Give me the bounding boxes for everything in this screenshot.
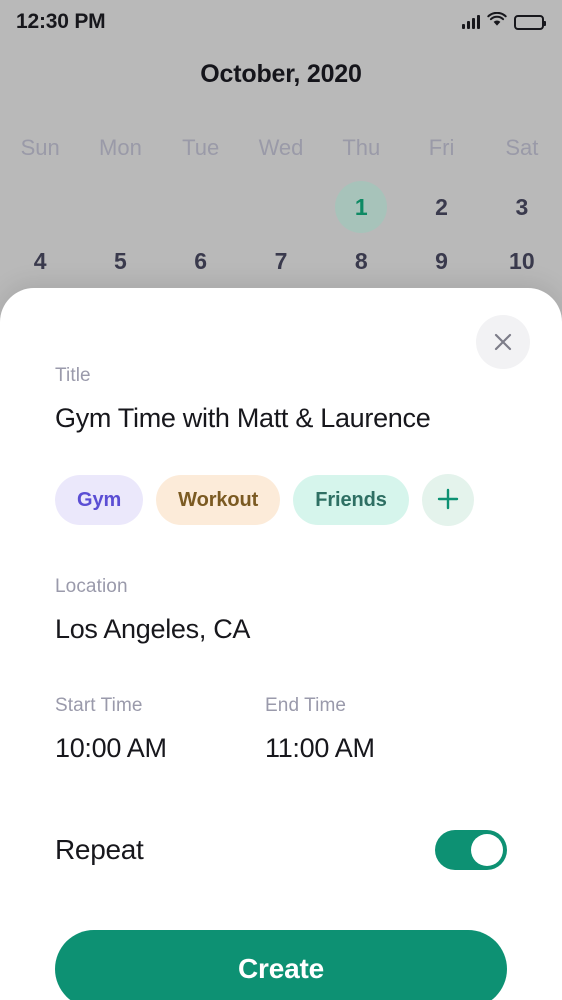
calendar-date-cell: [0, 182, 80, 232]
repeat-label: Repeat: [55, 834, 144, 865]
event-detail-sheet: Title Gym Time with Matt & Laurence Gym …: [0, 288, 562, 1000]
calendar-date-cell[interactable]: 2: [401, 182, 481, 232]
weekday-label: Mon: [99, 135, 142, 160]
location-value[interactable]: Los Angeles, CA: [55, 614, 507, 645]
calendar-date-cell: [241, 182, 321, 232]
calendar-date-cell-selected[interactable]: 1: [321, 181, 401, 233]
weekday-label: Thu: [342, 135, 381, 160]
calendar-date-cell[interactable]: 9: [401, 236, 481, 286]
end-time-field: End Time 11:00 AM: [265, 695, 475, 764]
tag-workout[interactable]: Workout: [156, 475, 281, 525]
end-time-label: End Time: [265, 695, 347, 716]
weekday-label: Fri: [428, 135, 455, 160]
selected-day-pill: 1: [335, 181, 388, 233]
status-bar-icons: [462, 11, 546, 32]
time-fields: Start Time 10:00 AM End Time 11:00 AM: [55, 695, 507, 764]
wifi-icon: [487, 11, 507, 32]
calendar-date-cell[interactable]: 8: [321, 236, 401, 286]
plus-icon: [435, 486, 461, 515]
repeat-toggle[interactable]: [435, 830, 507, 870]
calendar-weekday-row: Sun Mon Tue Wed Thu Fri Sat: [0, 135, 562, 161]
toggle-knob: [471, 834, 503, 866]
start-time-field: Start Time 10:00 AM: [55, 695, 265, 764]
calendar-date-cell: [161, 182, 241, 232]
phone-screen: 12:30 PM October, 2020 Sun Mon Tue Wed T…: [0, 0, 562, 1000]
calendar-date-cell[interactable]: 10: [482, 236, 562, 286]
battery-full-icon: [514, 14, 546, 30]
close-icon: [491, 330, 515, 354]
tag-gym[interactable]: Gym: [55, 475, 144, 525]
weekday-label: Sun: [20, 135, 60, 160]
create-button[interactable]: Create: [55, 930, 507, 1000]
status-bar: 12:30 PM: [0, 0, 562, 44]
calendar-date-cell[interactable]: 4: [0, 236, 80, 286]
repeat-row: Repeat: [55, 830, 507, 870]
calendar-month-title: October, 2020: [200, 60, 362, 88]
calendar-date-cell[interactable]: 5: [80, 236, 160, 286]
calendar-date-cell[interactable]: 6: [161, 236, 241, 286]
title-value[interactable]: Gym Time with Matt & Laurence: [55, 403, 507, 434]
title-label: Title: [55, 365, 91, 386]
title-field: Title Gym Time with Matt & Laurence: [55, 365, 507, 434]
weekday-label: Wed: [258, 135, 304, 160]
calendar-date-cell: [80, 182, 160, 232]
calendar-date-cell[interactable]: 7: [241, 236, 321, 286]
start-time-value[interactable]: 10:00 AM: [55, 733, 265, 764]
weekday-label: Sat: [505, 135, 539, 160]
start-time-label: Start Time: [55, 695, 143, 716]
weekday-label: Tue: [182, 135, 220, 160]
calendar-date-cell[interactable]: 3: [482, 182, 562, 232]
signal-bars-icon: [462, 15, 480, 29]
close-button[interactable]: [476, 315, 530, 369]
add-tag-button[interactable]: [421, 474, 474, 526]
end-time-value[interactable]: 11:00 AM: [265, 733, 475, 764]
status-bar-time: 12:30 PM: [16, 10, 106, 33]
location-field: Location Los Angeles, CA: [55, 576, 507, 645]
tag-list: Gym Workout Friends: [55, 474, 507, 526]
location-label: Location: [55, 576, 128, 597]
tag-friends[interactable]: Friends: [293, 475, 409, 525]
